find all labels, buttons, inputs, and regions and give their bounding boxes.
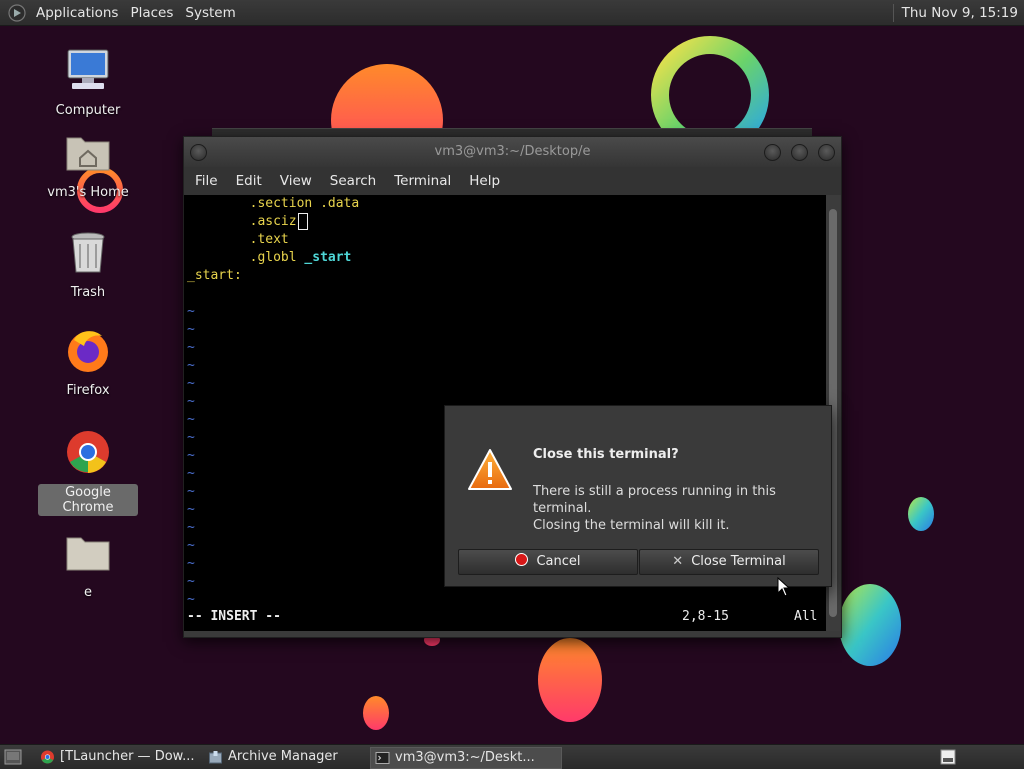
empty-line-tilde: ~ [187, 340, 195, 355]
terminal-menubar: File Edit View Search Terminal Help [184, 167, 841, 195]
terminal-titlebar[interactable]: vm3@vm3:~/Desktop/e [184, 137, 841, 167]
menu-file[interactable]: File [186, 173, 227, 189]
workspace-switcher-icon[interactable] [940, 749, 956, 765]
top-panel: Applications Places System Thu Nov 9, 15… [0, 0, 1024, 26]
desktop-icon-label: Google Chrome [38, 484, 138, 516]
computer-icon [67, 49, 109, 89]
menu-help[interactable]: Help [460, 173, 509, 189]
empty-line-tilde: ~ [187, 376, 195, 391]
desktop-icon-firefox[interactable]: Firefox [38, 326, 138, 399]
taskbar-item-label: [TLauncher — Dow... [60, 749, 195, 764]
terminal-title: vm3@vm3:~/Desktop/e [434, 144, 591, 159]
chrome-icon [67, 431, 109, 473]
dialog-message: There is still a process running in this… [533, 483, 823, 534]
empty-line-tilde: ~ [187, 304, 195, 319]
menu-edit[interactable]: Edit [227, 173, 271, 189]
terminal-icon [375, 752, 390, 764]
clock[interactable]: Thu Nov 9, 15:19 [902, 5, 1024, 21]
empty-line-tilde: ~ [187, 358, 195, 373]
menu-search[interactable]: Search [321, 173, 385, 189]
desktop-icon-home[interactable]: vm3's Home [38, 128, 138, 201]
firefox-icon [68, 331, 108, 372]
folder-icon [66, 537, 110, 571]
text-cursor [297, 213, 308, 230]
desktop-icon-label: Firefox [66, 383, 110, 398]
cursor-position: 2,8-15 [682, 609, 729, 624]
mouse-pointer-icon [777, 577, 791, 597]
close-x-icon: ✕ [672, 554, 684, 569]
taskbar-item-label: vm3@vm3:~/Deskt... [395, 750, 535, 765]
close-terminal-button[interactable]: ✕ Close Terminal [639, 549, 819, 575]
show-desktop-icon[interactable] [4, 749, 22, 765]
editor-line: _start: [187, 268, 242, 283]
bottom-taskbar: [TLauncher — Dow... Archive Manager vm3@… [0, 744, 1024, 769]
window-menu-button[interactable] [190, 144, 207, 161]
cancel-label: Cancel [536, 554, 581, 569]
cancel-icon [515, 553, 529, 566]
places-menu[interactable]: Places [126, 5, 181, 21]
close-window-button[interactable] [818, 144, 835, 161]
warning-icon [468, 449, 512, 490]
chrome-icon [41, 750, 54, 764]
desktop-icon-label: vm3's Home [47, 185, 129, 200]
menu-view[interactable]: View [271, 173, 321, 189]
menu-logo-icon[interactable] [8, 3, 26, 22]
taskbar-item-archive-manager[interactable]: Archive Manager [204, 747, 388, 767]
desktop-icon-chrome[interactable]: Google Chrome [38, 428, 138, 516]
panel-separator [892, 3, 894, 22]
desktop-icon-computer[interactable]: Computer [38, 46, 138, 119]
editor-line: .text [249, 232, 289, 247]
desktop-icon-label: e [84, 585, 92, 600]
desktop-icon-folder-e[interactable]: e [38, 528, 138, 601]
close-terminal-dialog: Close this terminal? There is still a pr… [444, 405, 832, 587]
vim-mode: -- INSERT -- [187, 609, 281, 624]
home-folder-icon [66, 137, 110, 171]
desktop-icon-trash[interactable]: Trash [38, 228, 138, 301]
close-terminal-label: Close Terminal [691, 554, 786, 569]
archive-manager-icon [209, 751, 222, 764]
editor-line: .globl _start [249, 250, 352, 265]
empty-line-tilde: ~ [187, 322, 195, 337]
taskbar-item-terminal[interactable]: vm3@vm3:~/Deskt... [370, 747, 562, 769]
desktop-icon-label: Trash [70, 285, 106, 300]
dialog-message-line: Closing the terminal will kill it. [533, 518, 730, 533]
taskbar-item-tlauncher[interactable]: [TLauncher — Dow... [36, 747, 218, 767]
vim-status-line: -- INSERT -- 2,8-15 All [184, 607, 826, 627]
system-menu[interactable]: System [181, 5, 243, 21]
cancel-button[interactable]: Cancel [458, 549, 638, 575]
editor-line: .section .data [249, 196, 360, 211]
applications-menu[interactable]: Applications [32, 5, 126, 21]
editor-line: .asciz [184, 213, 826, 231]
menu-terminal[interactable]: Terminal [385, 173, 460, 189]
maximize-button[interactable] [791, 144, 808, 161]
dialog-title: Close this terminal? [533, 447, 679, 462]
scroll-indicator: All [794, 609, 818, 624]
minimize-button[interactable] [764, 144, 781, 161]
dialog-message-line: There is still a process running in this… [533, 484, 776, 516]
trash-icon [71, 232, 105, 273]
taskbar-item-label: Archive Manager [228, 749, 338, 764]
desktop-icon-label: Computer [55, 103, 121, 118]
